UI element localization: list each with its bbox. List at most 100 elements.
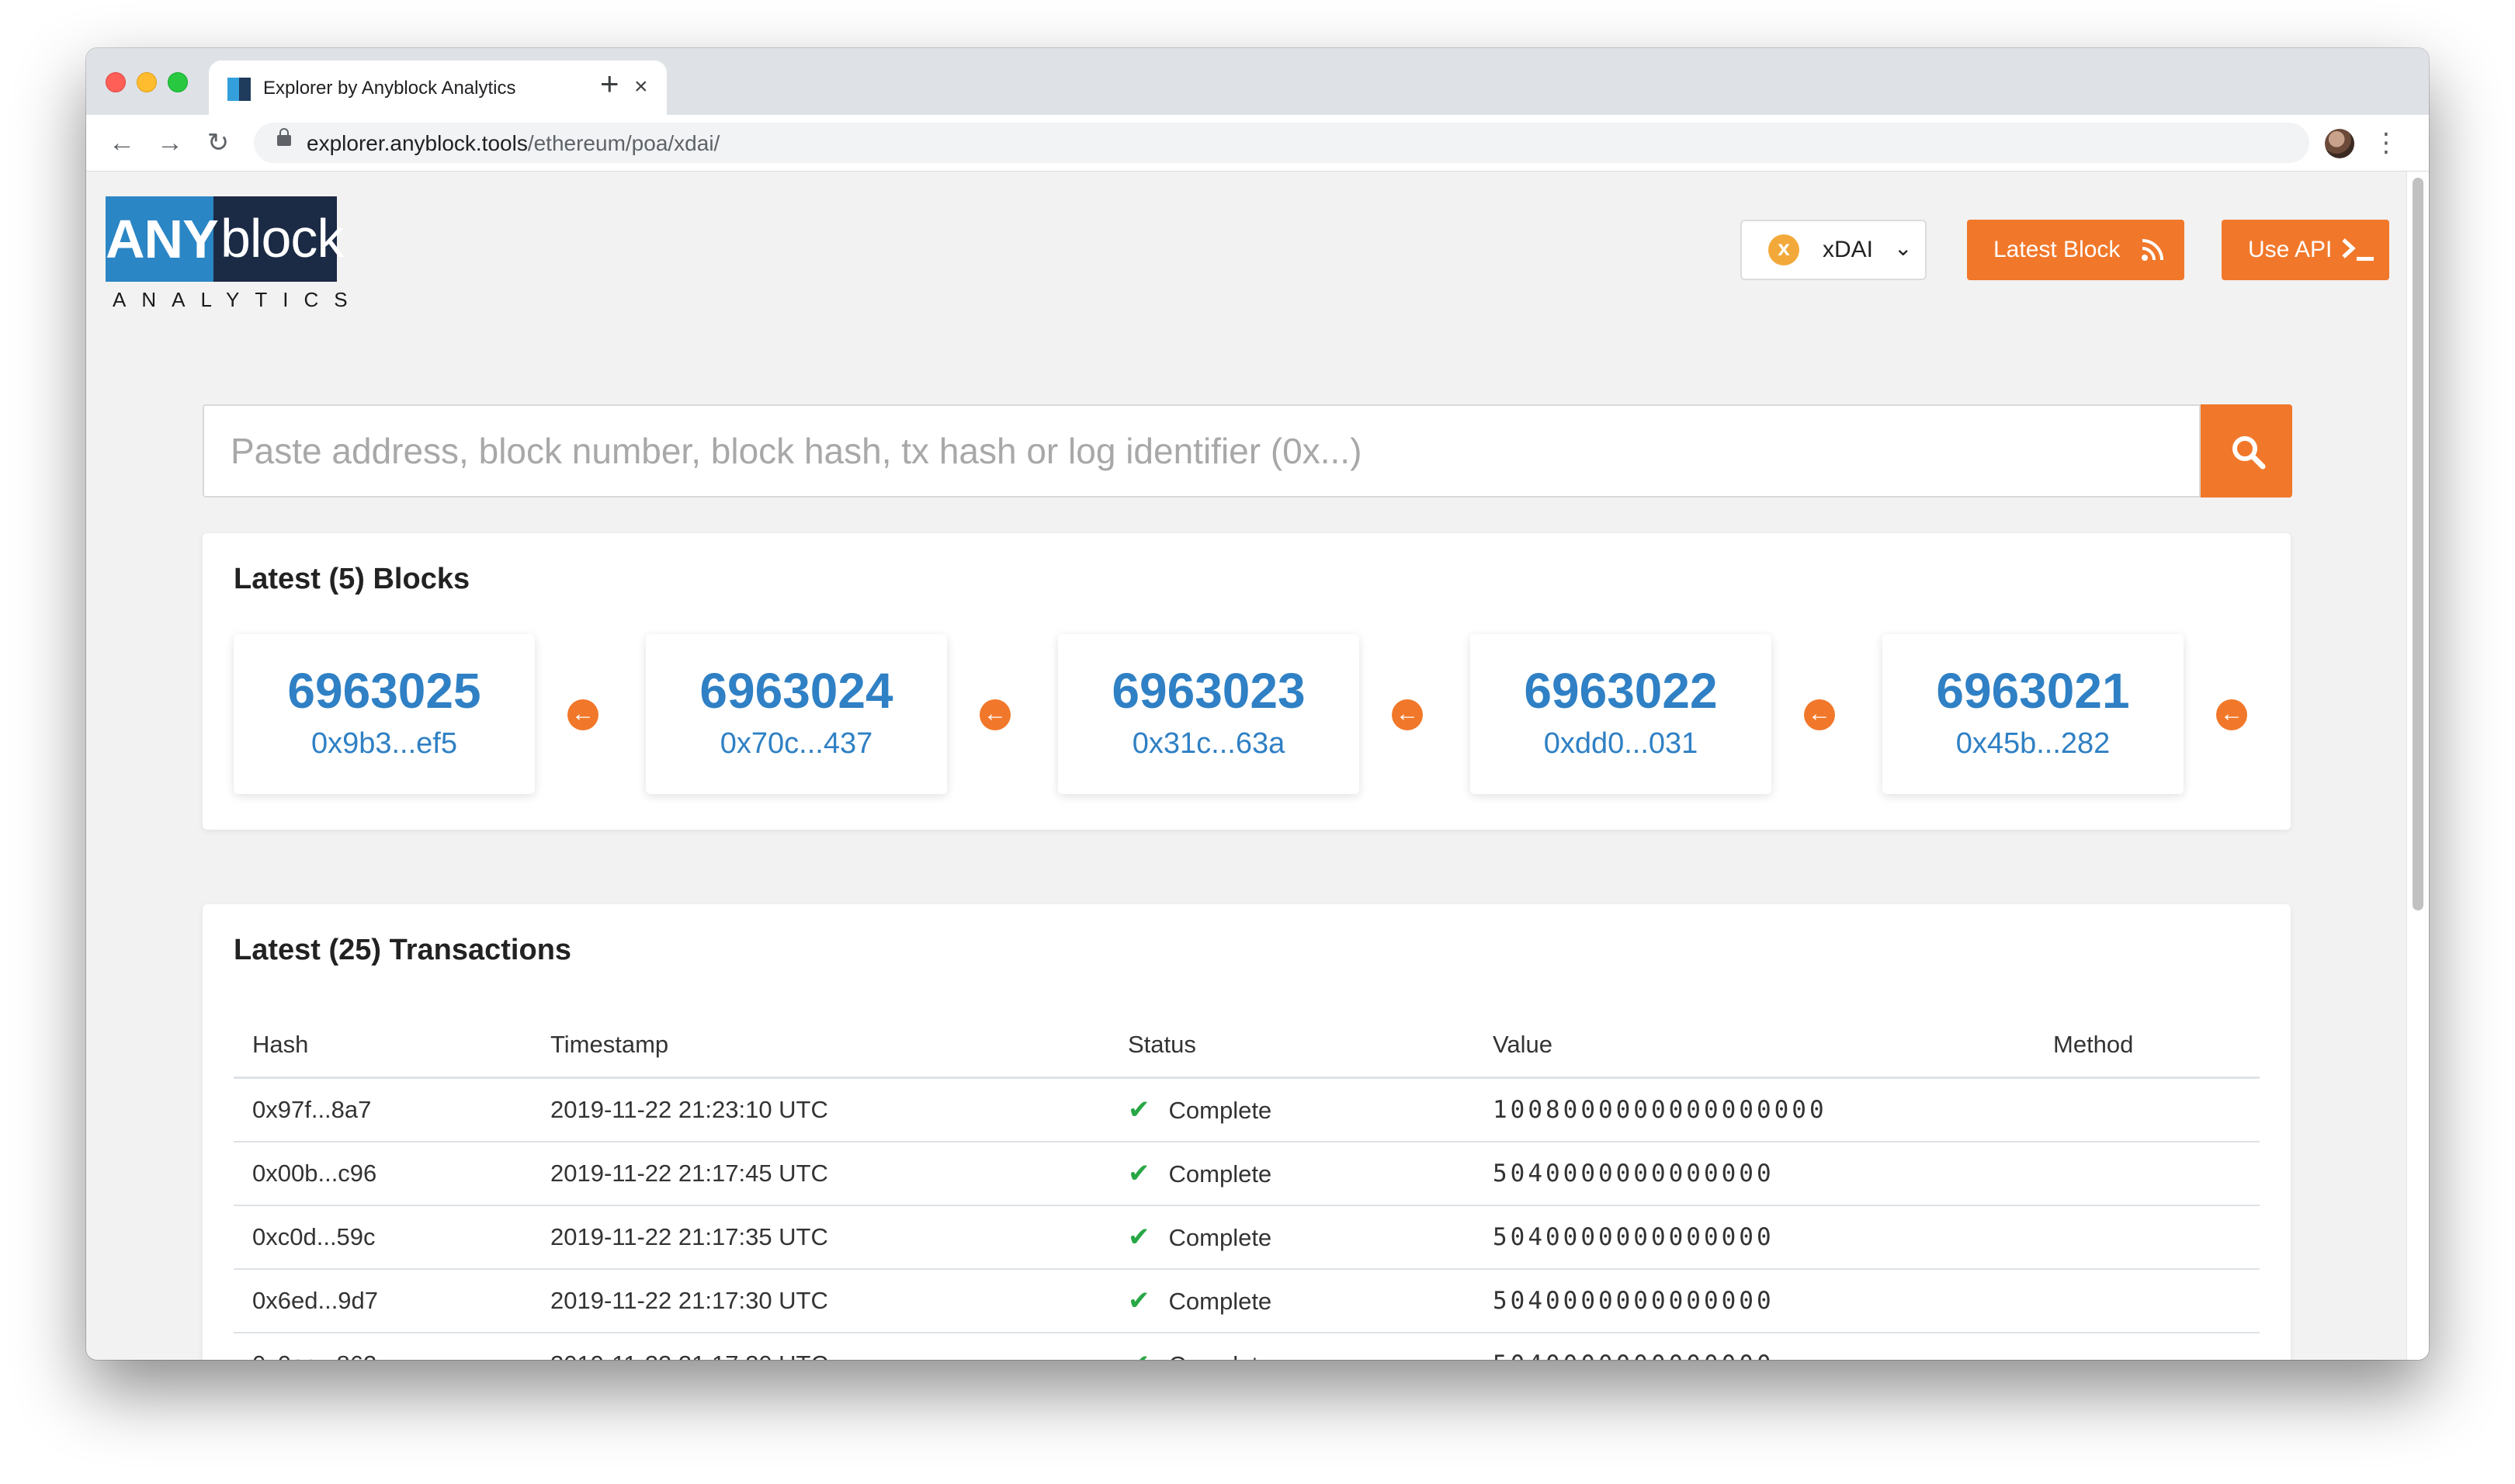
scrollbar-thumb[interactable]	[2413, 178, 2423, 910]
browser-tab[interactable]: Explorer by Anyblock Analytics ×	[209, 61, 667, 115]
tx-hash-link[interactable]: 0x0ec...862	[234, 1333, 532, 1360]
search-button[interactable]	[2201, 404, 2292, 498]
tx-value: 5040000000000000	[1474, 1269, 2035, 1333]
url-host: explorer.anyblock.tools	[307, 131, 528, 155]
tx-status: ✔ Complete	[1109, 1205, 1474, 1270]
arrow-left-icon: ←	[1392, 699, 1423, 730]
table-row: 0x6ed...9d7 2019-11-22 21:17:30 UTC ✔ Com…	[234, 1269, 2260, 1333]
reload-button[interactable]: ↻	[201, 126, 235, 160]
tx-value: 5040000000000000	[1474, 1205, 2035, 1270]
block-hash[interactable]: 0xdd0...031	[1470, 727, 1771, 761]
block-number[interactable]: 6963021	[1882, 662, 2184, 719]
tx-method	[2035, 1333, 2260, 1360]
table-row: 0x97f...8a7 2019-11-22 21:23:10 UTC ✔ Com…	[234, 1077, 2260, 1142]
column-header-timestamp: Timestamp	[532, 1013, 1109, 1079]
arrow-left-icon: ←	[980, 699, 1011, 730]
new-tab-button[interactable]: +	[600, 68, 619, 100]
tx-method	[2035, 1205, 2260, 1270]
profile-avatar[interactable]	[2325, 129, 2354, 158]
maximize-window-button[interactable]	[168, 72, 188, 92]
latest-block-label: Latest Block	[1993, 237, 2121, 262]
site-header: ANY block ANALYTICS xDAI ⌄ Latest Block …	[86, 172, 2407, 333]
check-icon: ✔	[1128, 1350, 1150, 1360]
tx-hash-link[interactable]: 0x6ed...9d7	[234, 1269, 532, 1333]
tx-value: 1008000000000000000	[1474, 1077, 2035, 1142]
tx-hash-link[interactable]: 0x00b...c96	[234, 1142, 532, 1206]
search-bar	[203, 404, 2292, 498]
arrow-left-icon: ←	[567, 699, 598, 730]
use-api-label: Use API	[2248, 237, 2333, 262]
block-card[interactable]: 6963022 0xdd0...031	[1470, 634, 1771, 794]
latest-blocks-card: Latest (5) Blocks 6963025 0x9b3...ef5 ← …	[203, 533, 2291, 830]
tab-title: Explorer by Anyblock Analytics	[263, 78, 516, 99]
tx-method	[2035, 1077, 2260, 1142]
tx-timestamp: 2019-11-22 21:17:45 UTC	[532, 1142, 1109, 1206]
tx-method	[2035, 1142, 2260, 1206]
browser-window: Explorer by Anyblock Analytics × + ← → ↻…	[86, 48, 2429, 1360]
browser-toolbar: ← → ↻ explorer.anyblock.tools/ethereum/p…	[86, 115, 2429, 172]
table-row: 0x0ec...862 2019-11-22 21:17:20 UTC ✔ Com…	[234, 1333, 2260, 1360]
chevron-down-icon: ⌄	[1894, 236, 1913, 260]
back-button[interactable]: ←	[105, 126, 139, 160]
tx-timestamp: 2019-11-22 21:23:10 UTC	[532, 1077, 1109, 1142]
tx-timestamp: 2019-11-22 21:17:35 UTC	[532, 1205, 1109, 1270]
address-bar[interactable]: explorer.anyblock.tools/ethereum/poa/xda…	[254, 123, 2309, 163]
tx-status: ✔ Complete	[1109, 1077, 1474, 1142]
forward-button[interactable]: →	[153, 126, 187, 160]
tx-status-text: Complete	[1168, 1160, 1272, 1188]
block-number[interactable]: 6963025	[234, 662, 535, 719]
rss-icon	[2142, 239, 2163, 261]
arrow-left-icon: ←	[1804, 699, 1835, 730]
block-number[interactable]: 6963022	[1470, 662, 1771, 719]
column-header-hash: Hash	[234, 1013, 532, 1079]
network-select[interactable]: xDAI ⌄	[1740, 220, 1927, 280]
tx-status-text: Complete	[1168, 1097, 1272, 1124]
tx-status: ✔ Complete	[1109, 1269, 1474, 1333]
table-row: 0xc0d...59c 2019-11-22 21:17:35 UTC ✔ Com…	[234, 1205, 2260, 1270]
transactions-table: Hash Timestamp Status Value Method 0x97f…	[234, 1013, 2260, 1360]
tx-value: 5040000000000000	[1474, 1333, 2035, 1360]
tx-method	[2035, 1269, 2260, 1333]
column-header-value: Value	[1474, 1013, 2035, 1079]
tx-status-text: Complete	[1168, 1288, 1272, 1315]
block-card[interactable]: 6963024 0x70c...437	[646, 634, 947, 794]
block-hash[interactable]: 0x70c...437	[646, 727, 947, 761]
block-card[interactable]: 6963025 0x9b3...ef5	[234, 634, 535, 794]
latest-block-button[interactable]: Latest Block	[1967, 220, 2184, 280]
latest-transactions-card: Latest (25) Transactions Hash Timestamp …	[203, 904, 2291, 1360]
check-icon: ✔	[1128, 1222, 1150, 1252]
close-window-button[interactable]	[106, 72, 126, 92]
block-hash[interactable]: 0x9b3...ef5	[234, 727, 535, 761]
page-scrollbar[interactable]	[2406, 172, 2429, 1360]
block-card[interactable]: 6963021 0x45b...282	[1882, 634, 2184, 794]
use-api-button[interactable]: Use API	[2222, 220, 2389, 280]
arrow-left-icon: ←	[2216, 699, 2247, 730]
browser-menu-icon[interactable]: ⋮	[2373, 127, 2399, 158]
block-hash[interactable]: 0x45b...282	[1882, 727, 2184, 761]
lock-icon	[277, 128, 291, 146]
tx-hash-link[interactable]: 0xc0d...59c	[234, 1205, 532, 1270]
latest-blocks-title: Latest (5) Blocks	[234, 563, 470, 595]
url-text[interactable]: explorer.anyblock.tools/ethereum/poa/xda…	[307, 131, 720, 156]
tab-close-icon[interactable]: ×	[634, 73, 648, 101]
block-hash[interactable]: 0x31c...63a	[1058, 727, 1359, 761]
block-number[interactable]: 6963023	[1058, 662, 1359, 719]
terminal-icon	[2342, 238, 2374, 261]
tx-timestamp: 2019-11-22 21:17:30 UTC	[532, 1269, 1109, 1333]
xdai-icon	[1768, 234, 1799, 265]
page-viewport: ANY block ANALYTICS xDAI ⌄ Latest Block …	[86, 172, 2429, 1360]
column-header-method: Method	[2035, 1013, 2260, 1079]
minimize-window-button[interactable]	[137, 72, 157, 92]
check-icon: ✔	[1128, 1095, 1150, 1125]
block-card[interactable]: 6963023 0x31c...63a	[1058, 634, 1359, 794]
logo-subtitle: ANALYTICS	[113, 288, 363, 311]
tab-strip: Explorer by Anyblock Analytics × +	[86, 48, 2429, 115]
block-number[interactable]: 6963024	[646, 662, 947, 719]
search-input[interactable]	[203, 404, 2201, 498]
logo-any-text: ANY	[106, 196, 219, 282]
logo-block-text: block	[220, 208, 344, 269]
latest-transactions-title: Latest (25) Transactions	[234, 934, 572, 966]
anyblock-logo[interactable]: ANY block	[106, 196, 344, 282]
check-icon: ✔	[1128, 1286, 1150, 1316]
tx-hash-link[interactable]: 0x97f...8a7	[234, 1077, 532, 1142]
